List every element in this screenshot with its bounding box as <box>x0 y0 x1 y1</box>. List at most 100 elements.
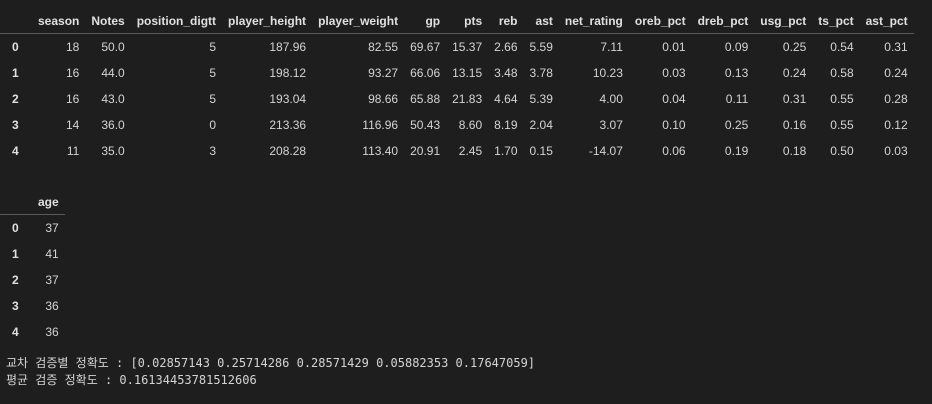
table-cell: 18 <box>66 39 80 54</box>
table-cell: 36.0 <box>101 117 125 132</box>
age-table-column-header: age <box>32 189 65 215</box>
table-cell: 7.11 <box>600 39 623 54</box>
table-cell: 0.12 <box>884 117 908 132</box>
age-table-row-index: 2 <box>12 272 19 287</box>
table-cell: 0.01 <box>662 39 686 54</box>
age-table-row: 3 36 <box>0 293 65 319</box>
table-row-index: 4 <box>12 143 19 158</box>
table-cell: 0.31 <box>782 91 807 106</box>
table-row: 0 18 50.0 5 187.96 82.55 69.67 15.37 2.66 5.59 7.1… <box>0 34 914 60</box>
age-table-row-index: 4 <box>12 324 19 339</box>
age-table-header-row: age <box>0 189 65 215</box>
table-column-header <box>0 8 32 34</box>
table-cell: 0.11 <box>725 91 749 106</box>
table-cell: 0.06 <box>662 143 686 158</box>
age-table-cell: 36 <box>45 324 59 339</box>
age-table-body: 0 37 1 41 2 37 3 36 4 36 <box>0 215 65 345</box>
table-cell: 0.15 <box>529 143 553 158</box>
table-cell: 4.00 <box>599 91 623 106</box>
table-cell: 208.28 <box>269 143 307 158</box>
cell-output-text: 교차 검증별 정확도 : [0.02857143 0.25714286 0.28… <box>6 355 535 389</box>
table-cell: 65.88 <box>410 91 441 106</box>
table-column-header: net_rating <box>558 8 629 34</box>
mean-accuracy-line: 평균 검증 정확도 : 0.16134453781512606 <box>6 373 257 387</box>
table-cell: 50.0 <box>101 39 125 54</box>
table-cell: 0.55 <box>830 91 854 106</box>
table-cell: 3 <box>209 143 217 158</box>
table-cell: 11 <box>66 143 80 158</box>
table-cell: 3.78 <box>529 65 553 80</box>
table-column-header: ast_pct <box>859 8 914 34</box>
table-cell: 2.66 <box>494 39 518 54</box>
table-cell: 8.60 <box>458 117 483 132</box>
table-column-header: reb <box>488 8 524 34</box>
table-cell: 116.96 <box>362 117 399 132</box>
table-cell: 93.27 <box>368 65 399 80</box>
table-cell: 0.54 <box>830 39 854 54</box>
table-cell: 0.16 <box>782 117 807 132</box>
table-row: 2 16 43.0 5 193.04 98.66 65.88 21.83 4.64 5.39 4.0… <box>0 86 914 112</box>
table-cell: 44.0 <box>101 65 125 80</box>
table-cell: 0.19 <box>724 143 749 158</box>
table-cell: 69.67 <box>410 39 441 54</box>
table-cell: -14.07 <box>588 143 623 158</box>
table-cell: 0.25 <box>724 117 749 132</box>
table-body: 0 18 50.0 5 187.96 82.55 69.67 15.37 2.66 5.59 7.1… <box>0 34 914 164</box>
table-cell: 0.24 <box>782 65 807 80</box>
table-cell: 13.15 <box>452 65 483 80</box>
age-table-row-index: 1 <box>12 246 19 261</box>
table-column-header: player_weight <box>312 8 405 34</box>
table-cell: 0.55 <box>830 117 854 132</box>
table-cell: 0.25 <box>782 39 807 54</box>
table-cell: 35.0 <box>101 143 125 158</box>
age-table-cell: 41 <box>45 246 59 261</box>
table-cell: 0.24 <box>884 65 908 80</box>
table-cell: 21.83 <box>452 91 483 106</box>
table-header-row: season Notes position_digtt player_height pl… <box>0 8 914 34</box>
table-cell: 0.09 <box>724 39 749 54</box>
age-table-cell: 36 <box>45 298 59 313</box>
table-cell: 50.43 <box>410 117 441 132</box>
table-cell: 0.28 <box>884 91 908 106</box>
age-table-cell: 37 <box>45 220 59 235</box>
table-row-index: 3 <box>12 117 19 132</box>
table-cell: 16 <box>66 91 80 106</box>
table-cell: 82.55 <box>368 39 399 54</box>
table-row: 4 11 35.0 3 208.28 113.40 20.91 2.45 1.70 0.15 -14… <box>0 138 914 164</box>
table-column-header: ts_pct <box>812 8 860 34</box>
table-cell: 187.96 <box>269 39 307 54</box>
age-table-row: 0 37 <box>0 215 65 241</box>
table-row: 3 14 36.0 0 213.36 116.96 50.43 8.60 8.19 2.04 3.0… <box>0 112 914 138</box>
table-cell: 1.70 <box>494 143 518 158</box>
table-cell: 0.50 <box>830 143 854 158</box>
table-cell: 15.37 <box>452 39 483 54</box>
table-cell: 193.04 <box>269 91 307 106</box>
table-cell: 0.58 <box>830 65 854 80</box>
table-column-header: dreb_pct <box>691 8 755 34</box>
table-column-header: season <box>32 8 86 34</box>
table-cell: 5 <box>209 65 217 80</box>
table-cell: 66.06 <box>410 65 441 80</box>
table-cell: 8.19 <box>494 117 518 132</box>
table-cell: 0.03 <box>884 143 908 158</box>
table-cell: 0.13 <box>724 65 749 80</box>
table-cell: 213.36 <box>269 117 307 132</box>
table-row-index: 1 <box>12 65 19 80</box>
table-row: 1 16 44.0 5 198.12 93.27 66.06 13.15 3.48 3.78 10.… <box>0 60 914 86</box>
cv-accuracy-line: 교차 검증별 정확도 : [0.02857143 0.25714286 0.28… <box>6 356 536 370</box>
age-table-cell: 37 <box>45 272 59 287</box>
table-cell: 0.03 <box>662 65 686 80</box>
table-cell: 0.04 <box>662 91 686 106</box>
table-cell: 5.59 <box>529 39 553 54</box>
table-column-header: player_height <box>222 8 313 34</box>
table-cell: 20.91 <box>410 143 441 158</box>
table-row-index: 2 <box>12 91 19 106</box>
table-row-index: 0 <box>12 39 19 54</box>
table-column-header: gp <box>404 8 447 34</box>
age-dataframe-table: age 0 37 1 41 2 37 3 36 4 36 <box>0 189 65 345</box>
table-cell: 5 <box>209 39 217 54</box>
table-cell: 0.10 <box>662 117 686 132</box>
table-column-header: position_digtt <box>130 8 223 34</box>
table-cell: 98.66 <box>368 91 399 106</box>
table-cell: 5 <box>209 91 217 106</box>
